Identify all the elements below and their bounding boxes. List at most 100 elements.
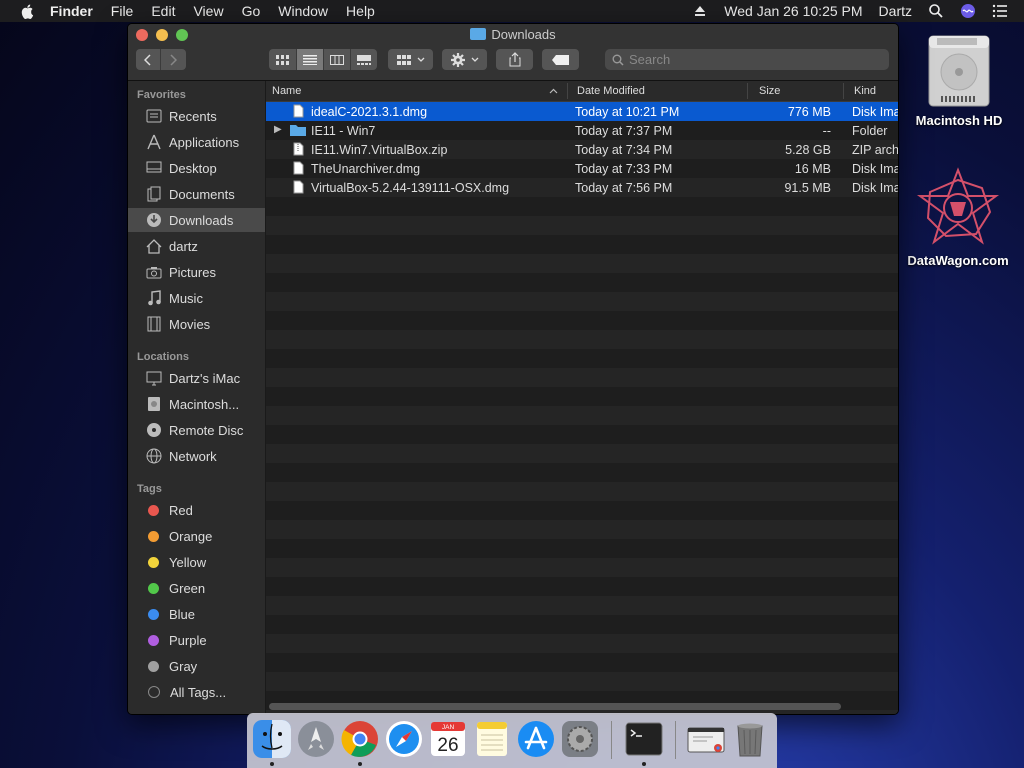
sidebar-tag-red[interactable]: Red bbox=[128, 498, 265, 522]
empty-row bbox=[266, 425, 898, 444]
running-indicator bbox=[270, 762, 274, 766]
sidebar-all-tags[interactable]: All Tags... bbox=[128, 680, 265, 704]
empty-row bbox=[266, 672, 898, 691]
search-icon bbox=[612, 54, 624, 66]
share-button[interactable] bbox=[496, 49, 533, 70]
menu-window[interactable]: Window bbox=[278, 3, 328, 19]
file-row[interactable]: ▶ IE11 - Win7 Today at 7:37 PM -- Folder bbox=[266, 121, 898, 140]
siri-icon[interactable] bbox=[960, 3, 976, 19]
menu-help[interactable]: Help bbox=[346, 3, 375, 19]
sidebar-item-macintosh[interactable]: Macintosh... bbox=[128, 392, 265, 416]
sidebar-item-remote-disc[interactable]: Remote Disc bbox=[128, 418, 265, 442]
column-name[interactable]: Name bbox=[272, 85, 301, 97]
gallery-view-button[interactable] bbox=[351, 49, 377, 70]
empty-row bbox=[266, 330, 898, 349]
sidebar-tag-green[interactable]: Green bbox=[128, 576, 265, 600]
tag-dot bbox=[148, 660, 159, 672]
recents-icon bbox=[145, 108, 163, 124]
empty-row bbox=[266, 444, 898, 463]
sidebar-tag-gray[interactable]: Gray bbox=[128, 654, 265, 678]
action-menu-button[interactable] bbox=[442, 49, 487, 70]
list-view-button[interactable] bbox=[296, 49, 324, 70]
column-kind[interactable]: Kind bbox=[854, 85, 876, 97]
safari-dock-icon[interactable] bbox=[385, 720, 423, 758]
sidebar-item-recents[interactable]: Recents bbox=[128, 104, 265, 128]
column-view-button[interactable] bbox=[324, 49, 351, 70]
menu-edit[interactable]: Edit bbox=[151, 3, 175, 19]
disclosure-triangle-icon[interactable]: ▶ bbox=[274, 124, 282, 135]
menubar-user[interactable]: Dartz bbox=[879, 3, 912, 19]
sidebar-item-documents[interactable]: Documents bbox=[128, 182, 265, 206]
system-preferences-dock-icon[interactable] bbox=[561, 720, 599, 758]
dock-separator bbox=[611, 721, 612, 759]
horizontal-scrollbar[interactable] bbox=[269, 703, 841, 710]
sidebar-tag-blue[interactable]: Blue bbox=[128, 602, 265, 626]
empty-row bbox=[266, 501, 898, 520]
finder-window: Downloads Search Favorites Recents Appli… bbox=[127, 23, 899, 715]
sidebar-item-network[interactable]: Network bbox=[128, 444, 265, 468]
desktop-macintosh-hd[interactable]: Macintosh HD bbox=[910, 32, 1008, 128]
empty-row bbox=[266, 349, 898, 368]
file-row[interactable]: VirtualBox-5.2.44-139111-OSX.dmg Today at… bbox=[266, 178, 898, 197]
dock-separator bbox=[675, 721, 676, 759]
tag-dot bbox=[148, 530, 159, 542]
sidebar-tag-yellow[interactable]: Yellow bbox=[128, 550, 265, 574]
app-store-dock-icon[interactable] bbox=[517, 720, 555, 758]
forward-button[interactable] bbox=[161, 49, 185, 70]
menu-bar: Finder File Edit View Go Window Help Wed… bbox=[0, 0, 1024, 22]
menu-file[interactable]: File bbox=[111, 3, 134, 19]
file-row[interactable]: IE11.Win7.VirtualBox.zip Today at 7:34 PM… bbox=[266, 140, 898, 159]
tag-dot bbox=[148, 686, 160, 698]
sidebar-item-label: Documents bbox=[169, 186, 235, 202]
eject-icon[interactable] bbox=[692, 3, 708, 19]
tags-button[interactable] bbox=[542, 49, 579, 70]
sidebar-item-applications[interactable]: Applications bbox=[128, 130, 265, 154]
sidebar-item-music[interactable]: Music bbox=[128, 286, 265, 310]
gallery-icon bbox=[356, 54, 371, 65]
spotlight-icon[interactable] bbox=[928, 3, 944, 19]
empty-row bbox=[266, 558, 898, 577]
desktop-datawagon[interactable]: DataWagon.com bbox=[898, 166, 1018, 268]
sidebar-locations-header: Locations bbox=[137, 351, 189, 363]
sort-chevron-icon[interactable] bbox=[549, 88, 558, 94]
calendar-day: 26 bbox=[437, 735, 458, 756]
sidebar-item-movies[interactable]: Movies bbox=[128, 312, 265, 336]
chrome-dock-icon[interactable] bbox=[341, 720, 379, 758]
tag-dot bbox=[148, 504, 159, 516]
document-icon bbox=[293, 180, 304, 194]
empty-row bbox=[266, 273, 898, 292]
minimized-window-dock-icon[interactable] bbox=[687, 720, 725, 758]
menu-finder[interactable]: Finder bbox=[50, 3, 93, 19]
apple-menu-icon[interactable] bbox=[20, 3, 36, 19]
sidebar-item-desktop[interactable]: Desktop bbox=[128, 156, 265, 180]
back-button[interactable] bbox=[136, 49, 161, 70]
sidebar-tag-orange[interactable]: Orange bbox=[128, 524, 265, 548]
group-by-button[interactable] bbox=[388, 49, 433, 70]
notification-center-icon[interactable] bbox=[992, 3, 1008, 19]
column-size[interactable]: Size bbox=[759, 85, 780, 97]
icon-view-button[interactable] bbox=[270, 49, 297, 70]
group-grid-icon bbox=[396, 54, 411, 65]
music-note-icon bbox=[145, 290, 163, 306]
menu-go[interactable]: Go bbox=[242, 3, 261, 19]
desktop-datawagon-label: DataWagon.com bbox=[907, 253, 1009, 268]
file-row[interactable]: idealC-2021.3.1.dmg Today at 10:21 PM 776 … bbox=[266, 102, 898, 121]
sidebar-item-downloads[interactable]: Downloads bbox=[128, 208, 265, 232]
launchpad-dock-icon[interactable] bbox=[297, 720, 335, 758]
search-field[interactable]: Search bbox=[605, 49, 889, 70]
column-date[interactable]: Date Modified bbox=[577, 85, 645, 97]
file-row[interactable]: TheUnarchiver.dmg Today at 7:33 PM 16 MB Di… bbox=[266, 159, 898, 178]
notes-dock-icon[interactable] bbox=[473, 720, 511, 758]
sidebar-item-dartz[interactable]: dartz bbox=[128, 234, 265, 258]
calendar-dock-icon[interactable]: JAN 26 bbox=[429, 720, 467, 758]
sidebar-item-imac[interactable]: Dartz's iMac bbox=[128, 366, 265, 390]
terminal-dock-icon[interactable] bbox=[625, 720, 663, 758]
sidebar-tag-purple[interactable]: Purple bbox=[128, 628, 265, 652]
finder-dock-icon[interactable] bbox=[253, 720, 291, 758]
sidebar-item-label: Applications bbox=[169, 134, 240, 150]
trash-dock-icon[interactable] bbox=[731, 720, 769, 758]
sidebar-item-pictures[interactable]: Pictures bbox=[128, 260, 265, 284]
menu-view[interactable]: View bbox=[193, 3, 223, 19]
empty-row bbox=[266, 311, 898, 330]
menubar-clock[interactable]: Wed Jan 26 10:25 PM bbox=[724, 3, 862, 19]
